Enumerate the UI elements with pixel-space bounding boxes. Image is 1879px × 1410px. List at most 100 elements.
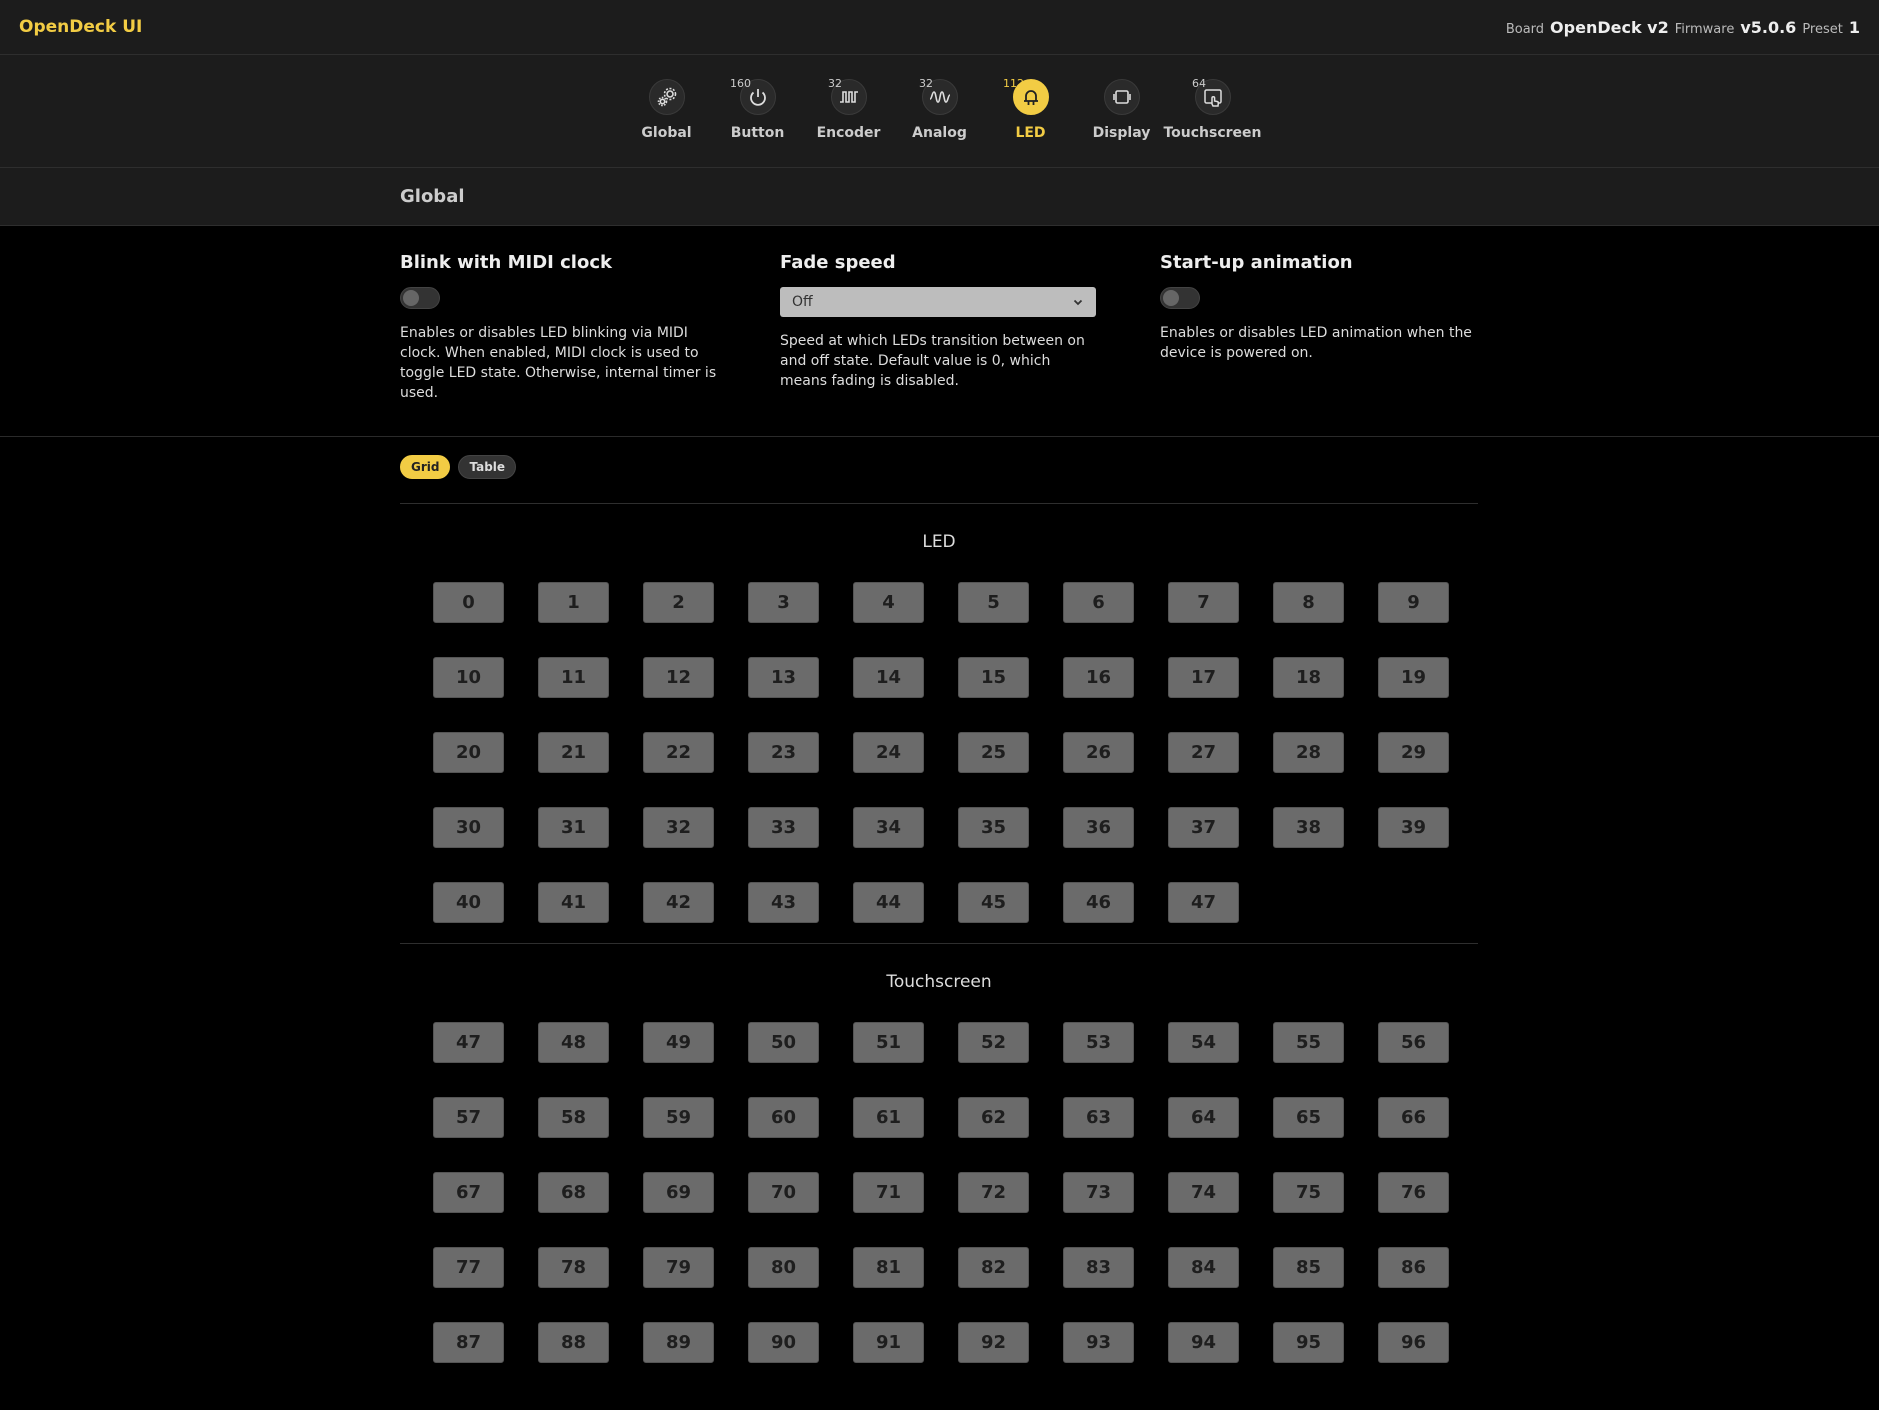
touchscreen-cell[interactable]: 88 (538, 1322, 609, 1363)
blink-toggle[interactable] (400, 287, 440, 309)
led-cell[interactable]: 45 (958, 882, 1029, 923)
led-cell[interactable]: 2 (643, 582, 714, 623)
touchscreen-cell[interactable]: 92 (958, 1322, 1029, 1363)
led-cell[interactable]: 33 (748, 807, 819, 848)
led-cell[interactable]: 26 (1063, 732, 1134, 773)
touchscreen-cell[interactable]: 82 (958, 1247, 1029, 1288)
touchscreen-cell[interactable]: 48 (538, 1022, 609, 1063)
touchscreen-cell[interactable]: 70 (748, 1172, 819, 1213)
touchscreen-cell[interactable]: 47 (433, 1022, 504, 1063)
led-cell[interactable]: 47 (1168, 882, 1239, 923)
touchscreen-cell[interactable]: 90 (748, 1322, 819, 1363)
led-cell[interactable]: 17 (1168, 657, 1239, 698)
nav-item-led[interactable]: 112 LED (985, 77, 1076, 141)
led-cell[interactable]: 0 (433, 582, 504, 623)
led-cell[interactable]: 1 (538, 582, 609, 623)
led-cell[interactable]: 44 (853, 882, 924, 923)
led-cell[interactable]: 37 (1168, 807, 1239, 848)
led-cell[interactable]: 31 (538, 807, 609, 848)
led-cell[interactable]: 9 (1378, 582, 1449, 623)
touchscreen-cell[interactable]: 66 (1378, 1097, 1449, 1138)
touchscreen-cell[interactable]: 61 (853, 1097, 924, 1138)
led-cell[interactable]: 7 (1168, 582, 1239, 623)
led-cell[interactable]: 22 (643, 732, 714, 773)
touchscreen-cell[interactable]: 64 (1168, 1097, 1239, 1138)
touchscreen-cell[interactable]: 87 (433, 1322, 504, 1363)
touchscreen-cell[interactable]: 94 (1168, 1322, 1239, 1363)
touchscreen-cell[interactable]: 75 (1273, 1172, 1344, 1213)
touchscreen-cell[interactable]: 95 (1273, 1322, 1344, 1363)
nav-item-button[interactable]: 160 Button (712, 77, 803, 141)
touchscreen-cell[interactable]: 65 (1273, 1097, 1344, 1138)
view-table-button[interactable]: Table (458, 455, 517, 479)
touchscreen-cell[interactable]: 78 (538, 1247, 609, 1288)
touchscreen-cell[interactable]: 54 (1168, 1022, 1239, 1063)
touchscreen-cell[interactable]: 68 (538, 1172, 609, 1213)
led-cell[interactable]: 39 (1378, 807, 1449, 848)
led-cell[interactable]: 41 (538, 882, 609, 923)
led-cell[interactable]: 19 (1378, 657, 1449, 698)
led-cell[interactable]: 34 (853, 807, 924, 848)
led-cell[interactable]: 15 (958, 657, 1029, 698)
touchscreen-cell[interactable]: 63 (1063, 1097, 1134, 1138)
nav-item-touchscreen[interactable]: 64 Touchscreen (1163, 77, 1261, 141)
touchscreen-cell[interactable]: 77 (433, 1247, 504, 1288)
touchscreen-cell[interactable]: 72 (958, 1172, 1029, 1213)
touchscreen-cell[interactable]: 96 (1378, 1322, 1449, 1363)
startup-toggle[interactable] (1160, 287, 1200, 309)
touchscreen-cell[interactable]: 49 (643, 1022, 714, 1063)
touchscreen-cell[interactable]: 83 (1063, 1247, 1134, 1288)
touchscreen-cell[interactable]: 73 (1063, 1172, 1134, 1213)
led-cell[interactable]: 32 (643, 807, 714, 848)
touchscreen-cell[interactable]: 59 (643, 1097, 714, 1138)
touchscreen-cell[interactable]: 91 (853, 1322, 924, 1363)
led-cell[interactable]: 18 (1273, 657, 1344, 698)
led-cell[interactable]: 8 (1273, 582, 1344, 623)
touchscreen-cell[interactable]: 58 (538, 1097, 609, 1138)
led-cell[interactable]: 46 (1063, 882, 1134, 923)
led-cell[interactable]: 23 (748, 732, 819, 773)
touchscreen-cell[interactable]: 74 (1168, 1172, 1239, 1213)
led-cell[interactable]: 36 (1063, 807, 1134, 848)
touchscreen-cell[interactable]: 86 (1378, 1247, 1449, 1288)
touchscreen-cell[interactable]: 89 (643, 1322, 714, 1363)
led-cell[interactable]: 12 (643, 657, 714, 698)
touchscreen-cell[interactable]: 62 (958, 1097, 1029, 1138)
nav-item-analog[interactable]: 32 Analog (894, 77, 985, 141)
touchscreen-cell[interactable]: 93 (1063, 1322, 1134, 1363)
led-cell[interactable]: 3 (748, 582, 819, 623)
app-title[interactable]: OpenDeck UI (19, 17, 142, 37)
led-cell[interactable]: 27 (1168, 732, 1239, 773)
led-cell[interactable]: 35 (958, 807, 1029, 848)
touchscreen-cell[interactable]: 69 (643, 1172, 714, 1213)
touchscreen-cell[interactable]: 51 (853, 1022, 924, 1063)
led-cell[interactable]: 30 (433, 807, 504, 848)
touchscreen-cell[interactable]: 53 (1063, 1022, 1134, 1063)
touchscreen-cell[interactable]: 50 (748, 1022, 819, 1063)
touchscreen-cell[interactable]: 52 (958, 1022, 1029, 1063)
touchscreen-cell[interactable]: 79 (643, 1247, 714, 1288)
touchscreen-cell[interactable]: 71 (853, 1172, 924, 1213)
nav-item-global[interactable]: Global (621, 79, 712, 141)
led-cell[interactable]: 25 (958, 732, 1029, 773)
led-cell[interactable]: 11 (538, 657, 609, 698)
led-cell[interactable]: 13 (748, 657, 819, 698)
nav-item-encoder[interactable]: 32 Encoder (803, 77, 894, 141)
touchscreen-cell[interactable]: 81 (853, 1247, 924, 1288)
touchscreen-cell[interactable]: 60 (748, 1097, 819, 1138)
led-cell[interactable]: 42 (643, 882, 714, 923)
nav-item-display[interactable]: Display (1076, 79, 1167, 141)
touchscreen-cell[interactable]: 80 (748, 1247, 819, 1288)
led-cell[interactable]: 20 (433, 732, 504, 773)
led-cell[interactable]: 4 (853, 582, 924, 623)
touchscreen-cell[interactable]: 56 (1378, 1022, 1449, 1063)
led-cell[interactable]: 40 (433, 882, 504, 923)
led-cell[interactable]: 43 (748, 882, 819, 923)
led-cell[interactable]: 29 (1378, 732, 1449, 773)
touchscreen-cell[interactable]: 85 (1273, 1247, 1344, 1288)
led-cell[interactable]: 16 (1063, 657, 1134, 698)
view-grid-button[interactable]: Grid (400, 455, 451, 479)
fade-speed-select[interactable]: Off (780, 287, 1096, 317)
led-cell[interactable]: 24 (853, 732, 924, 773)
touchscreen-cell[interactable]: 84 (1168, 1247, 1239, 1288)
